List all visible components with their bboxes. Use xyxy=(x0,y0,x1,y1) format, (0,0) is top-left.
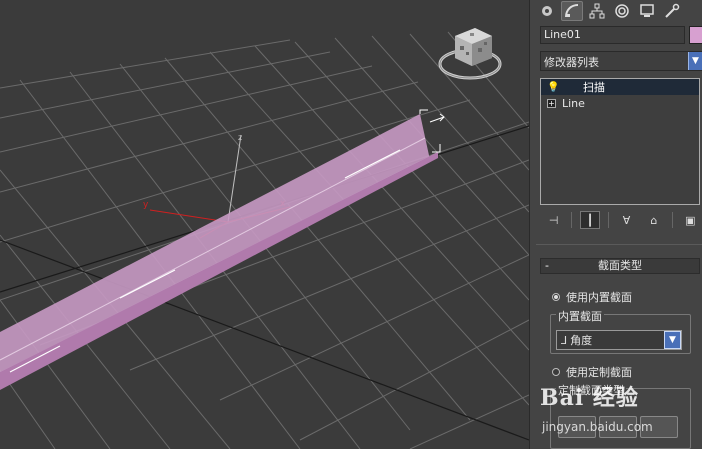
lightbulb-icon[interactable]: 💡 xyxy=(547,82,559,93)
custom-section-label: 使用定制截面 xyxy=(566,366,632,379)
stack-toolbar: ⊣ ┃ ∀ ⌂ ▣ xyxy=(540,210,700,230)
gizmo-y-label: y xyxy=(143,200,149,210)
create-tab[interactable] xyxy=(536,1,558,21)
modifier-stack[interactable]: 💡 扫描 + Line xyxy=(540,78,700,205)
radio-button[interactable] xyxy=(552,293,560,301)
section-type-rollout-header[interactable]: - 截面类型 xyxy=(540,258,700,274)
toolbar-separator xyxy=(671,212,673,228)
stack-item-label: Line xyxy=(562,96,585,110)
perspective-viewport[interactable]: y x z xyxy=(0,0,529,449)
rollout-title: 截面类型 xyxy=(598,259,642,272)
object-color-swatch[interactable] xyxy=(689,26,702,44)
toolbar-separator xyxy=(571,212,573,228)
modify-tab[interactable] xyxy=(561,1,583,21)
angle-shape-icon: ⅃ xyxy=(561,333,568,347)
object-name-field[interactable]: Line01 xyxy=(540,26,685,44)
display-icon xyxy=(640,4,654,17)
rollout-divider xyxy=(536,244,702,245)
builtin-section-option[interactable]: 使用内置截面 xyxy=(552,289,632,305)
configure-modifier-sets-icon[interactable]: ▣ xyxy=(681,211,700,229)
hierarchy-tab[interactable] xyxy=(586,1,608,21)
motion-icon xyxy=(615,4,629,18)
viewcube-icon xyxy=(438,28,502,80)
toolbar-separator xyxy=(607,212,609,228)
chevron-down-icon[interactable]: ▼ xyxy=(664,331,681,349)
modifier-list-label: 修改器列表 xyxy=(544,56,599,69)
pin-stack-icon[interactable]: ⊣ xyxy=(544,211,563,229)
hierarchy-icon xyxy=(589,3,605,19)
modify-icon xyxy=(565,4,579,18)
chevron-down-icon[interactable]: ▼ xyxy=(688,52,702,70)
motion-tab[interactable] xyxy=(611,1,633,21)
builtin-section-value: 角度 xyxy=(570,334,593,347)
stack-item-line[interactable]: + Line xyxy=(541,95,699,111)
stack-item-label: 扫描 xyxy=(583,81,605,94)
viewport-grid: y x z xyxy=(0,28,529,449)
sweep-angle-object xyxy=(0,109,445,390)
builtin-section-dropdown[interactable]: ⅃ 角度 ▼ xyxy=(556,330,682,350)
builtin-section-label: 使用内置截面 xyxy=(566,291,632,304)
utilities-tab[interactable] xyxy=(661,1,683,21)
remove-modifier-icon[interactable]: ⌂ xyxy=(644,211,663,229)
builtin-section-group-label: 内置截面 xyxy=(556,308,604,324)
modifier-list-dropdown[interactable]: 修改器列表 ▼ xyxy=(540,51,702,71)
radio-button[interactable] xyxy=(552,368,560,376)
watermark-url: jingyan.baidu.com xyxy=(542,420,653,434)
gizmo-z-label: z xyxy=(238,133,242,142)
expand-plus-icon[interactable]: + xyxy=(547,98,556,108)
create-icon xyxy=(542,6,552,16)
command-panel-tabs xyxy=(530,0,702,22)
display-tab[interactable] xyxy=(636,1,658,21)
make-unique-icon[interactable]: ∀ xyxy=(617,211,636,229)
baidu-jingyan-watermark: Bai 经验 jingyan.baidu.com xyxy=(540,380,700,440)
collapse-minus-icon[interactable]: - xyxy=(545,259,549,273)
show-end-result-icon[interactable]: ┃ xyxy=(580,211,600,229)
stack-item-sweep[interactable]: 💡 扫描 xyxy=(541,79,699,95)
custom-section-option[interactable]: 使用定制截面 xyxy=(552,364,632,380)
utilities-icon xyxy=(665,3,680,18)
watermark-logo: Bai 经验 xyxy=(540,385,639,411)
